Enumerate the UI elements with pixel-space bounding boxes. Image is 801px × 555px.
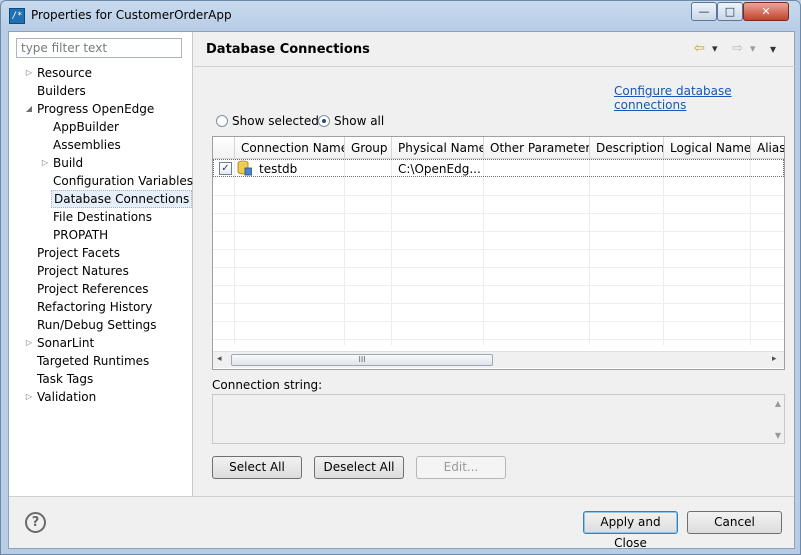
- column-header-group[interactable]: Group: [345, 137, 392, 159]
- close-button[interactable]: ✕: [743, 2, 789, 21]
- column-divider: [750, 159, 751, 345]
- tree-item-project-natures[interactable]: Project Natures: [37, 262, 129, 280]
- forward-arrow-icon[interactable]: ⇨: [732, 42, 743, 56]
- tree-item-build[interactable]: Build: [53, 154, 83, 172]
- properties-dialog: /* Properties for CustomerOrderApp — □ ✕…: [0, 0, 801, 555]
- tree-item-project-facets[interactable]: Project Facets: [37, 244, 120, 262]
- column-divider: [589, 159, 590, 345]
- tree-item-file-destinations[interactable]: File Destinations: [53, 208, 152, 226]
- tree-item-propath[interactable]: PROPATH: [53, 226, 108, 244]
- row-divider: [213, 249, 784, 250]
- filter-input[interactable]: type filter text: [16, 38, 182, 58]
- radio-unchecked-icon: [216, 115, 228, 127]
- column-divider: [483, 159, 484, 345]
- apply-and-close-button[interactable]: Apply and Close: [583, 511, 678, 550]
- tree-item-run-debug-settings[interactable]: Run/Debug Settings: [37, 316, 157, 334]
- scroll-up-icon[interactable]: ▲: [775, 399, 781, 408]
- dialog-client: type filter text ▷ Resource Builders ◢ P…: [8, 31, 795, 550]
- checkbox-column-header[interactable]: [213, 137, 235, 159]
- expand-arrow-icon[interactable]: ▷: [40, 154, 50, 172]
- page-header: Database Connections ⇦ ▾ ⇨ ▾ ▾: [194, 32, 795, 67]
- column-header-description[interactable]: Description: [590, 137, 664, 159]
- expand-arrow-icon[interactable]: ▷: [24, 64, 34, 82]
- scroll-down-icon[interactable]: ▼: [775, 431, 781, 440]
- tree-item-resource[interactable]: Resource: [37, 64, 92, 82]
- row-divider: [213, 267, 784, 268]
- column-header-physical-name[interactable]: Physical Name: [392, 137, 484, 159]
- minimize-button[interactable]: —: [691, 2, 717, 21]
- edit-button[interactable]: Edit...: [416, 456, 506, 479]
- tree-item-refactoring-history[interactable]: Refactoring History: [37, 298, 152, 316]
- row-divider: [213, 285, 784, 286]
- tree-item-progress-openedge[interactable]: Progress OpenEdge: [37, 100, 154, 118]
- tree-item-assemblies[interactable]: Assemblies: [53, 136, 121, 154]
- tree-item-project-references[interactable]: Project References: [37, 280, 149, 298]
- row-divider: [213, 195, 784, 196]
- column-header-alias[interactable]: Alias: [751, 137, 784, 159]
- expand-arrow-icon[interactable]: ▷: [24, 334, 34, 352]
- category-tree-panel: type filter text ▷ Resource Builders ◢ P…: [9, 32, 193, 496]
- cell-physical-name: C:\OpenEdg...: [398, 162, 481, 176]
- back-arrow-icon[interactable]: ⇦: [694, 42, 705, 56]
- row-checkbox[interactable]: ✓: [219, 162, 232, 175]
- scrollbar-thumb[interactable]: III: [231, 354, 493, 366]
- column-divider: [391, 159, 392, 345]
- configure-database-connections-link[interactable]: Configure database connections: [614, 84, 795, 112]
- column-divider: [234, 159, 235, 345]
- view-menu-icon[interactable]: ▾: [770, 42, 776, 56]
- help-icon[interactable]: ?: [25, 512, 46, 533]
- tree-item-targeted-runtimes[interactable]: Targeted Runtimes: [37, 352, 149, 370]
- connections-table[interactable]: Connection Name Group Physical Name Othe…: [212, 136, 785, 370]
- row-divider: [213, 321, 784, 322]
- row-divider: [213, 303, 784, 304]
- scroll-right-icon[interactable]: ▸: [772, 354, 777, 364]
- tree-item-database-connections[interactable]: Database Connections: [51, 190, 193, 208]
- forward-history-dropdown-icon[interactable]: ▾: [750, 42, 756, 56]
- scroll-left-icon[interactable]: ◂: [217, 354, 222, 364]
- cancel-button[interactable]: Cancel: [687, 511, 782, 534]
- column-header-connection-name[interactable]: Connection Name: [235, 137, 345, 159]
- property-page: Database Connections ⇦ ▾ ⇨ ▾ ▾ Configure…: [194, 32, 795, 496]
- footer-divider: [9, 496, 794, 497]
- show-selected-label: Show selected: [232, 114, 319, 128]
- show-selected-radio[interactable]: Show selected: [216, 114, 319, 128]
- column-divider: [663, 159, 664, 345]
- page-title: Database Connections: [206, 42, 370, 57]
- expand-arrow-icon[interactable]: ▷: [24, 388, 34, 406]
- select-all-button[interactable]: Select All: [212, 456, 302, 479]
- tree-item-task-tags[interactable]: Task Tags: [37, 370, 93, 388]
- tree-item-sonarlint[interactable]: SonarLint: [37, 334, 94, 352]
- back-history-dropdown-icon[interactable]: ▾: [712, 42, 718, 56]
- maximize-button[interactable]: □: [717, 2, 743, 21]
- database-icon: [237, 160, 252, 176]
- row-divider: [213, 213, 784, 214]
- column-divider: [344, 159, 345, 345]
- connection-string-field[interactable]: ▲ ▼: [212, 394, 785, 444]
- tree-item-configuration-variables[interactable]: Configuration Variables: [53, 172, 193, 190]
- column-header-other-parameters[interactable]: Other Parameters: [484, 137, 590, 159]
- radio-checked-icon: [318, 115, 330, 127]
- cell-connection-name: testdb: [259, 162, 298, 176]
- tree-item-validation[interactable]: Validation: [37, 388, 96, 406]
- row-divider: [213, 231, 784, 232]
- show-all-label: Show all: [334, 114, 385, 128]
- window-title: Properties for CustomerOrderApp: [31, 8, 232, 22]
- table-row[interactable]: [213, 159, 784, 177]
- connection-string-label: Connection string:: [212, 378, 323, 392]
- collapse-arrow-icon[interactable]: ◢: [24, 100, 34, 118]
- show-all-radio[interactable]: Show all: [318, 114, 384, 128]
- title-bar: /* Properties for CustomerOrderApp — □ ✕: [1, 1, 800, 31]
- row-divider: [213, 339, 784, 340]
- tree-item-builders[interactable]: Builders: [37, 82, 86, 100]
- horizontal-scrollbar[interactable]: ◂ III ▸: [213, 351, 784, 368]
- deselect-all-button[interactable]: Deselect All: [314, 456, 404, 479]
- column-header-logical-name[interactable]: Logical Name: [664, 137, 751, 159]
- app-icon: /*: [9, 8, 25, 24]
- tree-item-appbuilder[interactable]: AppBuilder: [53, 118, 119, 136]
